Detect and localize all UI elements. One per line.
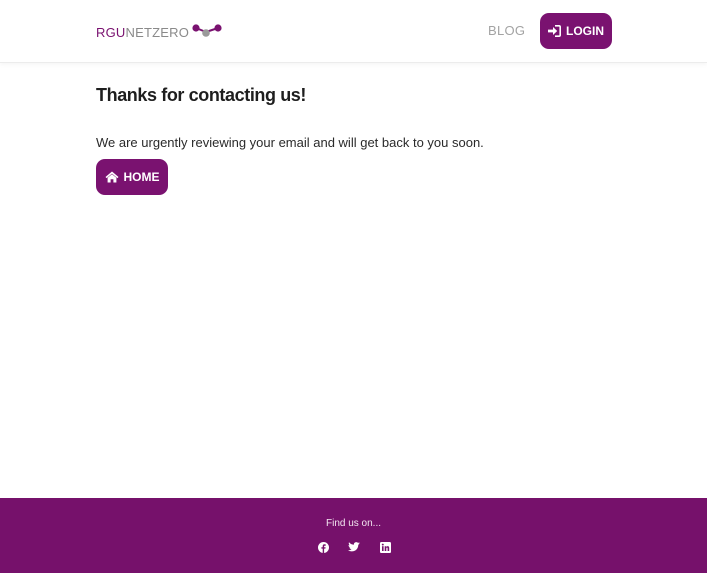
logo-text-netzero: NETZERO [125,24,190,40]
molecule-logo-icon [192,24,222,37]
page: RGU NETZERO BLOG LOGIN Thanks for contac… [0,0,707,573]
page-title: Thanks for contacting us! [96,85,307,105]
nav-blog-link[interactable]: BLOG [488,23,525,38]
confirmation-message: We are urgently reviewing your email and… [96,135,484,150]
login-button-label: LOGIN [566,24,604,38]
home-button[interactable]: HOME [96,159,168,195]
site-logo[interactable]: RGU NETZERO [96,22,223,42]
site-header: RGU NETZERO BLOG LOGIN [0,0,707,63]
site-footer: Find us on... [0,498,707,573]
sign-in-icon [548,25,561,37]
twitter-icon[interactable] [348,541,360,553]
find-us-label: Find us on... [325,518,382,529]
facebook-icon[interactable] [317,541,329,553]
logo-text-rgu: RGU [96,24,126,40]
home-icon [105,171,119,183]
login-button[interactable]: LOGIN [540,13,612,49]
home-button-label: HOME [123,170,160,184]
linkedin-icon[interactable] [379,541,391,553]
